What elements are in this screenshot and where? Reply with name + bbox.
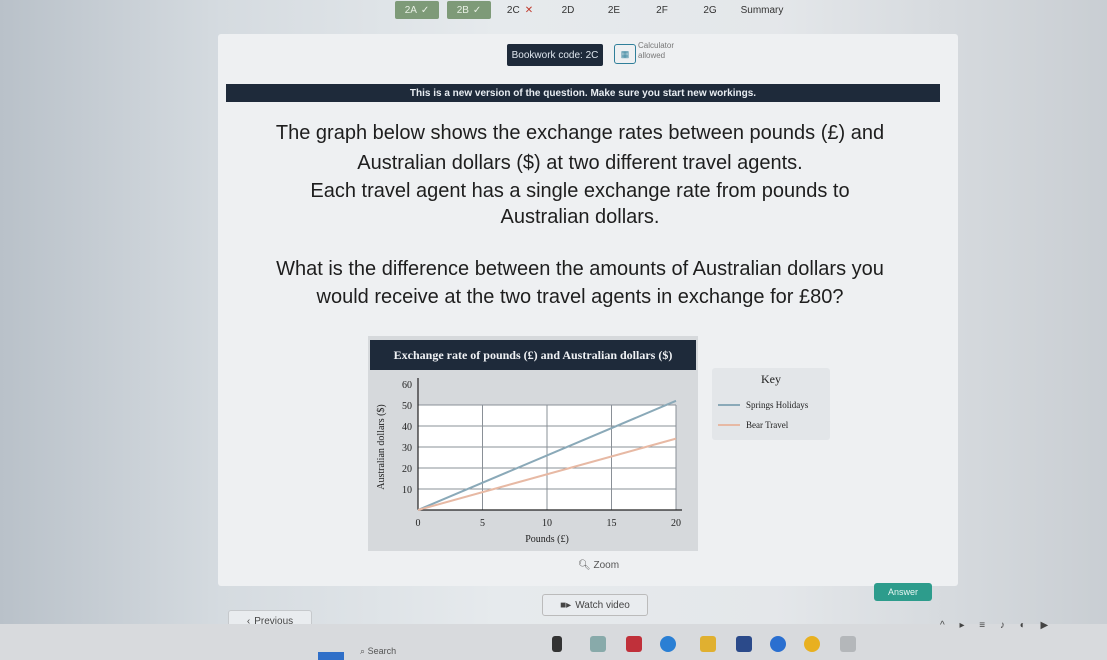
tab-2d[interactable]: 2D (550, 1, 586, 19)
app-icon[interactable] (804, 636, 820, 652)
tab-label: 2A (404, 4, 417, 16)
chart-key: Key Springs Holidays Bear Travel (712, 368, 830, 440)
question-text-line: What is the difference between the amoun… (276, 258, 884, 280)
series-name: Bear Travel (746, 420, 789, 430)
y-tick-label: 20 (402, 464, 412, 475)
series-swatch (718, 424, 740, 426)
zoom-button[interactable]: 🔍︎ Zoom (578, 560, 619, 571)
tab-label: 2F (656, 4, 668, 16)
tab-label: Summary (740, 4, 784, 16)
chrome-icon[interactable] (770, 636, 786, 652)
question-text-line: Australian dollars. (500, 206, 660, 228)
y-tick-label: 30 (402, 443, 412, 454)
zoom-label: Zoom (593, 560, 620, 571)
calculator-status: Calculator allowed (638, 41, 675, 60)
tab-label: 2C (506, 4, 520, 16)
question-tabs: 2A ✓ 2B ✓ 2C ✕ 2D 2E 2F 2G Summary (0, 0, 1107, 26)
y-axis-label: Australian dollars ($) (376, 404, 387, 490)
question-text-line: The graph below shows the exchange rates… (275, 122, 885, 144)
search-icon: ⌕ (360, 646, 366, 656)
tab-2f[interactable]: 2F (644, 1, 680, 19)
start-icon[interactable] (318, 652, 344, 660)
answer-button[interactable]: Answer (874, 583, 932, 601)
chart-title: Exchange rate of pounds (£) and Australi… (370, 340, 696, 370)
new-version-notice: This is a new version of the question. M… (226, 84, 940, 102)
task-view-icon[interactable] (552, 636, 562, 652)
file-explorer-icon[interactable] (700, 636, 716, 652)
y-tick-label: 10 (402, 485, 412, 496)
tab-2b[interactable]: 2B ✓ (447, 1, 491, 19)
watch-video-button[interactable]: ■▸ Watch video (542, 594, 648, 616)
tab-label: 2D (561, 4, 575, 16)
store-icon[interactable] (736, 636, 752, 652)
x-tick-label: 10 (542, 518, 552, 529)
widgets-icon[interactable] (590, 636, 606, 652)
calculator-icon: ▦ (614, 44, 636, 64)
tab-2a[interactable]: 2A ✓ (395, 1, 439, 19)
x-axis-label: Pounds (£) (525, 534, 569, 545)
key-title: Key (761, 372, 781, 386)
taskbar-search-label: Search (367, 646, 397, 656)
question-text-line: Australian dollars ($) at two different … (357, 152, 803, 174)
cross-icon: ✕ (524, 4, 534, 16)
series-name: Springs Holidays (746, 400, 809, 410)
y-tick-label: 50 (402, 401, 412, 412)
series-swatch (718, 404, 740, 406)
tab-summary[interactable]: Summary (732, 1, 792, 19)
key-row-springs: Springs Holidays (718, 400, 808, 410)
tab-2g[interactable]: 2G (692, 1, 728, 19)
tab-label: 2G (703, 4, 717, 16)
question-text-line: Each travel agent has a single exchange … (310, 180, 850, 202)
media-app-icon[interactable] (626, 636, 642, 652)
check-icon: ✓ (472, 4, 482, 16)
edge-browser-icon[interactable] (660, 636, 676, 652)
x-tick-label: 15 (607, 518, 617, 529)
key-row-bear: Bear Travel (718, 420, 788, 430)
watch-video-label: Watch video (575, 599, 630, 611)
bookwork-code: Bookwork code: 2C (507, 44, 603, 66)
check-icon: ✓ (420, 4, 430, 16)
y-tick-label: 60 (402, 380, 412, 391)
tab-2e[interactable]: 2E (596, 1, 632, 19)
taskbar-search[interactable]: ⌕ Search (360, 646, 396, 657)
x-tick-label: 20 (671, 518, 681, 529)
y-tick-label: 40 (402, 422, 412, 433)
video-icon: ■▸ (560, 599, 572, 611)
tab-label: 2E (607, 4, 621, 16)
question-text-line: would receive at the two travel agents i… (316, 286, 844, 308)
tab-label: 2B (456, 4, 469, 16)
x-tick-label: 5 (480, 518, 485, 529)
system-tray[interactable]: ^ ▸ ≡ ♪ ◐ ▶ (940, 620, 1054, 631)
magnifier-icon: 🔍︎ (578, 560, 591, 571)
tab-2c[interactable]: 2C ✕ (498, 1, 542, 19)
app-icon-2[interactable] (840, 636, 856, 652)
x-tick-label: 0 (416, 518, 421, 529)
exchange-rate-chart: 0 5 10 15 20 10 20 30 40 50 60 Pounds (£) Australian… (376, 378, 682, 545)
